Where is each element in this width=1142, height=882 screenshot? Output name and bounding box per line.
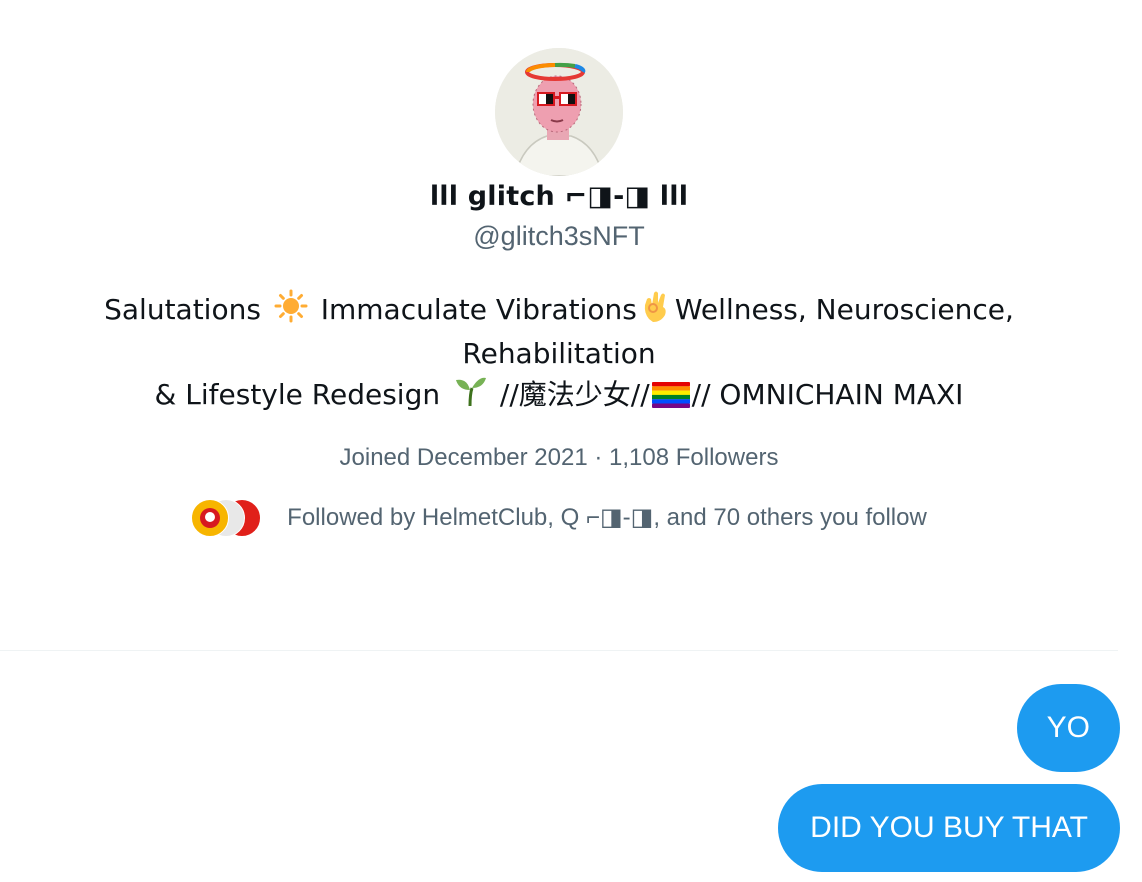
seedling-icon	[453, 374, 487, 419]
divider	[0, 650, 1118, 651]
follower-avatar	[191, 499, 230, 537]
bio-text: //魔法少女//	[499, 378, 650, 411]
bio-text: Immaculate Vibrations	[320, 293, 637, 326]
bio-text: // OMNICHAIN MAXI	[691, 378, 964, 411]
message-bubble[interactable]: YO	[1016, 684, 1120, 772]
meta-separator: ·	[594, 444, 603, 471]
followed-by-row[interactable]: Followed by HelmetClub, Q ⌐◨-◨, and 70 o…	[191, 499, 927, 537]
rainbow-flag-icon	[651, 379, 690, 419]
profile-avatar[interactable]	[495, 48, 623, 176]
ok-hand-icon	[641, 289, 671, 334]
profile-header: lll glitch ⌐◨-◨ lll @glitch3sNFT Salutat…	[0, 0, 1118, 537]
profile-bio: Salutations Immaculate Vibrations Wellne…	[9, 289, 1109, 419]
profile-meta: Joined December 2021 · 1,108 Followers	[340, 443, 779, 473]
bio-text: Salutations	[104, 293, 261, 326]
profile-handle[interactable]: @glitch3sNFT	[473, 219, 644, 253]
message-bubble[interactable]: DID YOU BUY THAT	[778, 784, 1120, 872]
followed-by-avatars	[191, 499, 262, 537]
avatar-image	[495, 48, 623, 176]
display-name: lll glitch ⌐◨-◨ lll	[429, 181, 689, 212]
sun-icon	[274, 289, 308, 334]
followed-by-text: Followed by HelmetClub, Q ⌐◨-◨, and 70 o…	[287, 504, 927, 531]
followers-count[interactable]: 1,108 Followers	[609, 444, 778, 471]
bio-text: & Lifestyle Redesign	[154, 378, 441, 411]
joined-date: Joined December 2021	[339, 444, 588, 471]
